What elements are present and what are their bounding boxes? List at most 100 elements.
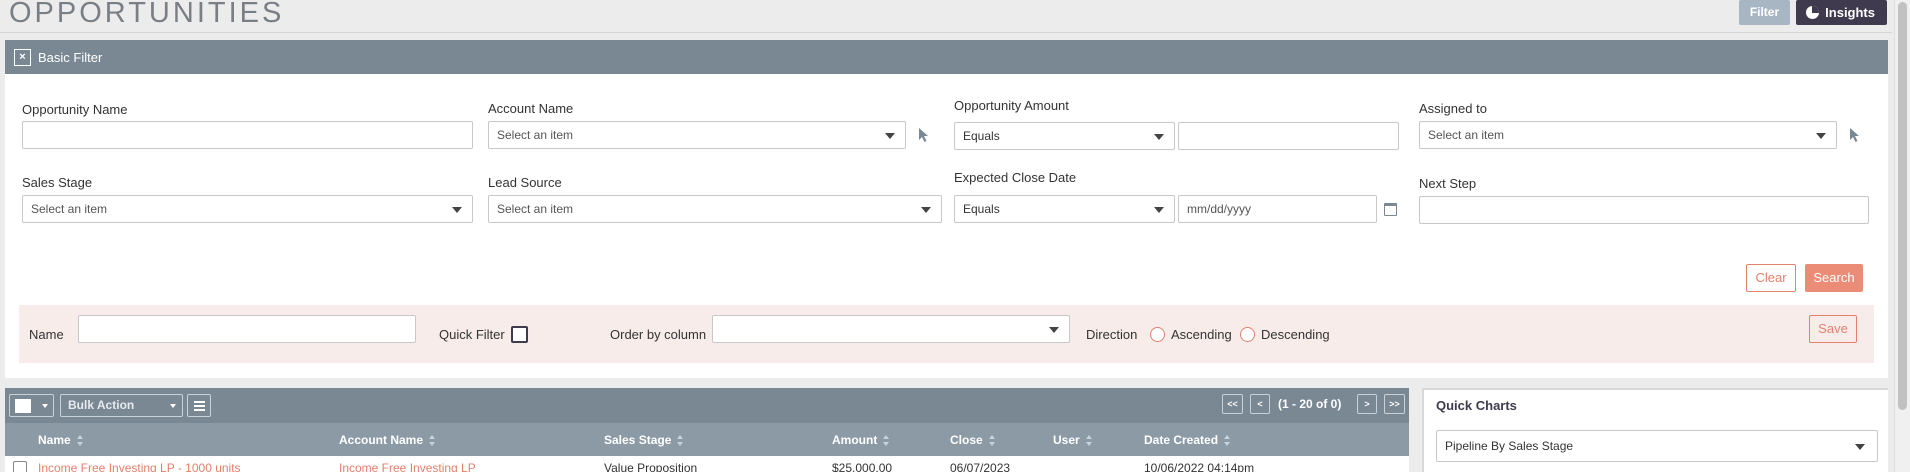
column-header-sales-stage[interactable]: Sales Stage bbox=[604, 433, 684, 447]
assigned-to-select[interactable]: Select an item bbox=[1419, 121, 1837, 149]
saved-filter-name-label: Name bbox=[29, 327, 64, 342]
order-by-label: Order by column bbox=[610, 327, 707, 342]
insights-button-label: Insights bbox=[1825, 5, 1875, 20]
next-step-label: Next Step bbox=[1419, 176, 1477, 191]
lead-source-select[interactable]: Select an item bbox=[488, 195, 942, 223]
close-date-cell: 06/07/2023 bbox=[950, 461, 1011, 472]
quick-charts-select[interactable]: Pipeline By Sales Stage bbox=[1436, 430, 1878, 462]
basic-filter-panel: × Basic Filter Opportunity Name Account … bbox=[5, 40, 1888, 378]
row-checkbox[interactable] bbox=[13, 461, 27, 472]
column-header-close[interactable]: Close bbox=[950, 433, 996, 447]
list-view: Bulk Action << < (1 - 20 of 0) > >> Name… bbox=[5, 388, 1409, 472]
account-name-label: Account Name bbox=[488, 101, 574, 116]
chevron-down-icon bbox=[452, 207, 462, 213]
ascending-label: Ascending bbox=[1171, 327, 1232, 342]
filter-button[interactable]: Filter bbox=[1738, 0, 1791, 25]
chevron-down-icon bbox=[1154, 207, 1164, 213]
list-header: Name Account Name Sales Stage Amount Clo… bbox=[5, 423, 1409, 456]
calendar-icon[interactable] bbox=[1384, 203, 1397, 216]
quick-charts-title: Quick Charts bbox=[1436, 398, 1517, 413]
last-page-button[interactable]: >> bbox=[1384, 394, 1405, 414]
chevron-down-icon bbox=[885, 133, 895, 139]
first-page-button[interactable]: << bbox=[1222, 394, 1243, 414]
order-by-select[interactable] bbox=[712, 315, 1070, 343]
column-header-amount[interactable]: Amount bbox=[832, 433, 890, 447]
select-all-checkbox[interactable] bbox=[15, 399, 31, 413]
sales-stage-cell: Value Proposition bbox=[604, 461, 698, 472]
clear-button[interactable]: Clear bbox=[1746, 264, 1796, 292]
column-header-user[interactable]: User bbox=[1053, 433, 1093, 447]
quick-charts-panel: Quick Charts Pipeline By Sales Stage bbox=[1422, 388, 1888, 472]
pie-chart-icon bbox=[1806, 6, 1820, 19]
ascending-radio[interactable] bbox=[1150, 327, 1165, 342]
caret-down-icon bbox=[42, 404, 48, 408]
search-button[interactable]: Search bbox=[1805, 264, 1863, 292]
sales-stage-placeholder: Select an item bbox=[31, 202, 108, 216]
column-header-date-created[interactable]: Date Created bbox=[1144, 433, 1231, 447]
chevron-down-icon bbox=[921, 207, 931, 213]
opportunity-amount-operator-value: Equals bbox=[963, 129, 1000, 143]
descending-label: Descending bbox=[1261, 327, 1330, 342]
pagination-count: (1 - 20 of 0) bbox=[1278, 397, 1342, 411]
select-cursor-icon[interactable] bbox=[1848, 127, 1862, 143]
scrollbar-thumb[interactable] bbox=[1898, 2, 1907, 410]
sort-icon bbox=[429, 435, 436, 447]
sort-icon bbox=[76, 435, 84, 447]
lead-source-label: Lead Source bbox=[488, 175, 562, 190]
column-header-name[interactable]: Name bbox=[38, 433, 84, 447]
bulk-action-dropdown[interactable]: Bulk Action bbox=[60, 394, 183, 417]
assigned-to-placeholder: Select an item bbox=[1428, 128, 1505, 142]
select-all-dropdown[interactable] bbox=[9, 394, 54, 417]
expected-close-date-label: Expected Close Date bbox=[954, 170, 1077, 185]
account-name-placeholder: Select an item bbox=[497, 128, 574, 142]
header-actions: Filter Insights bbox=[1738, 0, 1887, 25]
opportunity-name-input[interactable] bbox=[22, 121, 473, 149]
opportunity-name-label: Opportunity Name bbox=[22, 102, 128, 117]
save-button[interactable]: Save bbox=[1809, 315, 1857, 343]
quick-charts-selected: Pipeline By Sales Stage bbox=[1445, 439, 1574, 453]
opportunity-amount-operator[interactable]: Equals bbox=[954, 122, 1175, 150]
expected-close-date-input[interactable]: mm/dd/yyyy bbox=[1178, 195, 1377, 223]
page-scrollbar[interactable] bbox=[1894, 0, 1910, 472]
header-divider bbox=[0, 32, 1892, 33]
expected-close-date-operator[interactable]: Equals bbox=[954, 195, 1175, 223]
amount-cell: $25,000.00 bbox=[832, 461, 893, 472]
direction-label: Direction bbox=[1086, 327, 1138, 342]
sort-icon bbox=[1085, 435, 1093, 447]
bulk-action-label: Bulk Action bbox=[68, 398, 135, 412]
close-icon[interactable]: × bbox=[14, 48, 31, 66]
sales-stage-label: Sales Stage bbox=[22, 175, 93, 190]
select-cursor-icon[interactable] bbox=[917, 127, 931, 143]
chevron-down-icon bbox=[1049, 327, 1059, 333]
expected-close-date-operator-value: Equals bbox=[963, 202, 1000, 216]
sort-icon bbox=[988, 435, 996, 447]
chevron-down-icon bbox=[1816, 133, 1826, 139]
quick-filter-label: Quick Filter bbox=[439, 327, 505, 342]
saved-filter-name-input[interactable] bbox=[78, 315, 416, 343]
list-toolbar: Bulk Action << < (1 - 20 of 0) > >> bbox=[5, 388, 1409, 423]
sort-icon bbox=[1224, 435, 1231, 447]
sales-stage-select[interactable]: Select an item bbox=[22, 195, 473, 223]
chevron-down-icon bbox=[1154, 134, 1164, 140]
basic-filter-header: × Basic Filter bbox=[5, 40, 1888, 74]
opportunity-amount-label: Opportunity Amount bbox=[954, 98, 1069, 113]
column-chooser-button[interactable] bbox=[187, 394, 211, 417]
account-name-link[interactable]: Income Free Investing LP bbox=[339, 461, 476, 472]
column-header-account-name[interactable]: Account Name bbox=[339, 433, 436, 447]
previous-page-button[interactable]: < bbox=[1250, 394, 1270, 414]
quick-filter-checkbox[interactable] bbox=[511, 326, 528, 343]
sort-icon bbox=[677, 435, 684, 447]
caret-down-icon bbox=[170, 404, 176, 408]
opportunity-amount-input[interactable] bbox=[1178, 122, 1399, 150]
chevron-down-icon bbox=[1855, 444, 1865, 450]
next-page-button[interactable]: > bbox=[1357, 394, 1377, 414]
sort-icon bbox=[883, 435, 890, 447]
descending-radio[interactable] bbox=[1240, 327, 1255, 342]
insights-button[interactable]: Insights bbox=[1796, 0, 1887, 25]
next-step-input[interactable] bbox=[1419, 196, 1869, 224]
date-created-cell: 10/06/2022 04:14pm bbox=[1144, 461, 1255, 472]
lead-source-placeholder: Select an item bbox=[497, 202, 574, 216]
opportunity-name-link[interactable]: Income Free Investing LP - 1000 units bbox=[38, 461, 241, 472]
account-name-select[interactable]: Select an item bbox=[488, 121, 906, 149]
table-row[interactable]: Income Free Investing LP - 1000 units In… bbox=[5, 456, 1409, 472]
